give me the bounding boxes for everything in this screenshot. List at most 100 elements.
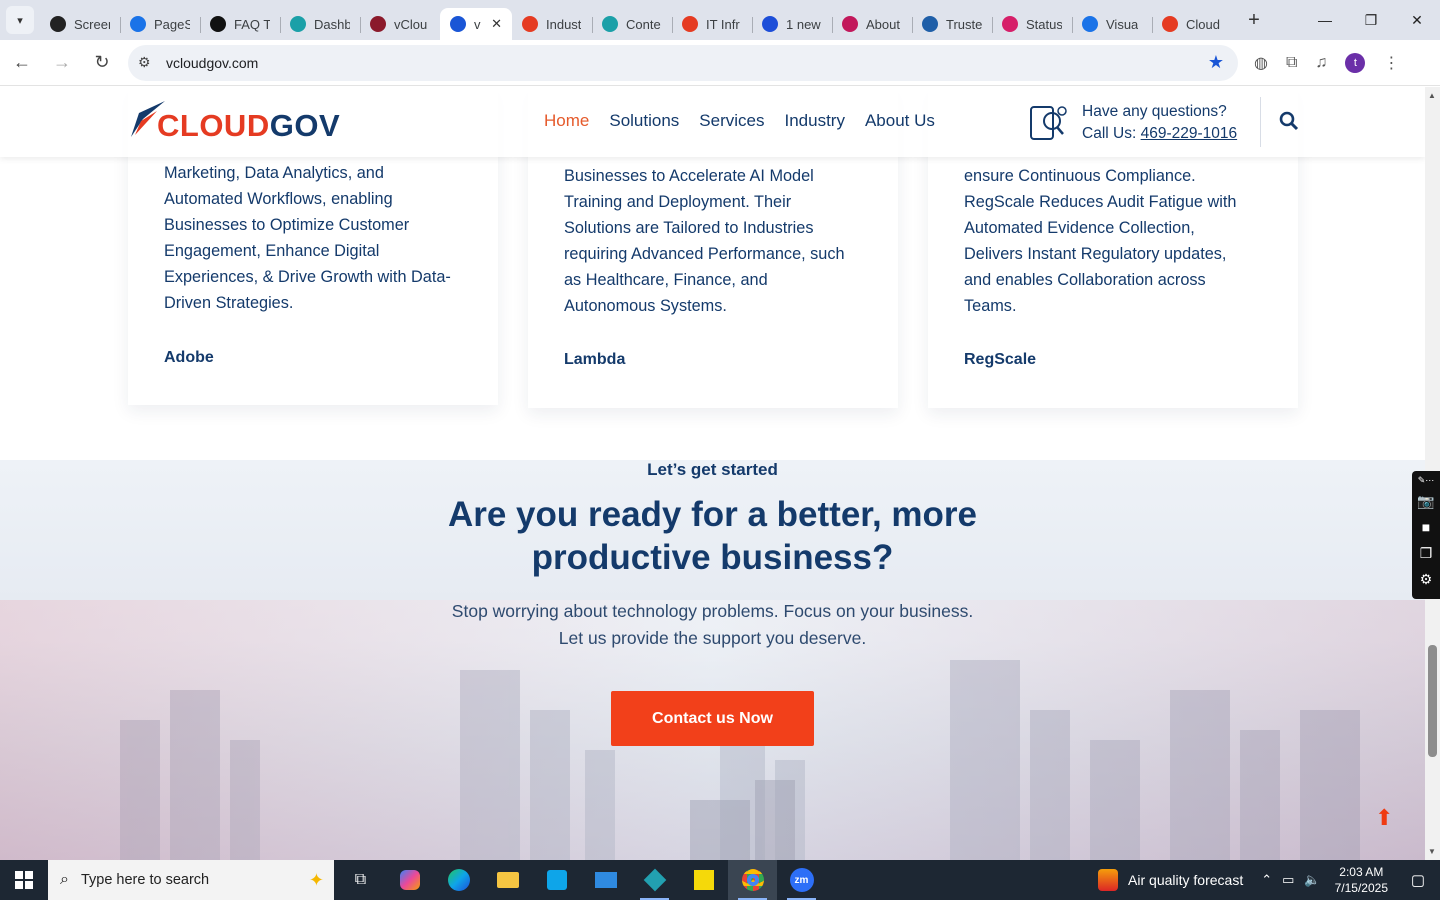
scroll-down-icon[interactable]: ▼ bbox=[1428, 847, 1436, 856]
card-description: Businesses to Accelerate AI Model Traini… bbox=[564, 163, 874, 319]
nav-about-us[interactable]: About Us bbox=[865, 111, 935, 131]
back-to-top-arrow-icon[interactable]: ⬆ bbox=[1375, 805, 1393, 831]
minimize-icon[interactable]: — bbox=[1302, 0, 1348, 40]
card-line: Automated Workflows, enabling bbox=[164, 190, 393, 208]
tab-title: PageS bbox=[154, 16, 190, 32]
taskbar-clock[interactable]: 2:03 AM 7/15/2025 bbox=[1335, 864, 1388, 896]
browser-tab[interactable]: Truste bbox=[912, 8, 992, 40]
volume-icon[interactable]: 🔈 bbox=[1304, 872, 1320, 888]
notifications-icon[interactable]: ▢ bbox=[1404, 871, 1432, 889]
tab-title: Dashb bbox=[314, 16, 350, 32]
tab-list: Screen PageS FAQ T Dashb vClou vC ✕ Indust Conte… bbox=[40, 0, 1232, 40]
network-icon[interactable]: ▭ bbox=[1282, 872, 1294, 888]
clock-time: 2:03 AM bbox=[1339, 865, 1384, 879]
site-header: CLOUDGOV Home Solutions Services Industr… bbox=[0, 87, 1425, 157]
tab-favicon-icon bbox=[450, 16, 466, 32]
back-button[interactable]: ← bbox=[4, 45, 40, 81]
nav-industry[interactable]: Industry bbox=[784, 111, 844, 131]
new-tab-button[interactable]: + bbox=[1240, 9, 1268, 32]
reload-icon: ↻ bbox=[94, 52, 110, 72]
contact-call-line: Call Us: 469-229-1016 bbox=[1082, 123, 1237, 145]
browser-tab[interactable]: IT Infr bbox=[672, 8, 752, 40]
tab-favicon-icon bbox=[522, 16, 538, 32]
task-view-icon[interactable]: ⧉ bbox=[336, 860, 385, 900]
show-hidden-icons-chevron-icon[interactable]: ⌃ bbox=[1261, 872, 1272, 888]
chrome-icon[interactable] bbox=[728, 860, 777, 900]
tab-title: About bbox=[866, 16, 900, 32]
address-bar[interactable]: ⚙ vcloudgov.com ★ bbox=[128, 44, 1238, 81]
maximize-icon[interactable]: ❐ bbox=[1348, 0, 1394, 40]
profile-avatar[interactable]: t bbox=[1345, 52, 1366, 73]
taskbar-search[interactable]: ⌕ Type here to search ✦ bbox=[48, 860, 334, 900]
contact-text: Have any questions? Call Us: 469-229-101… bbox=[1082, 101, 1237, 145]
logo-word-gov: GOV bbox=[269, 108, 341, 143]
card-partner-name[interactable]: Lambda bbox=[564, 351, 625, 369]
windows-start-icon[interactable] bbox=[0, 860, 48, 900]
url-text[interactable]: vcloudgov.com bbox=[166, 55, 1208, 71]
main-nav: Home Solutions Services Industry About U… bbox=[544, 111, 935, 131]
copilot-icon[interactable] bbox=[385, 860, 434, 900]
scrollbar-thumb[interactable] bbox=[1428, 645, 1437, 757]
extensions-icon[interactable]: ⧉ bbox=[1286, 54, 1297, 72]
browser-tab[interactable]: Screen bbox=[40, 8, 120, 40]
search-icon[interactable] bbox=[1279, 111, 1299, 136]
scroll-up-icon[interactable]: ▲ bbox=[1428, 91, 1436, 100]
browser-tab[interactable]: About bbox=[832, 8, 912, 40]
translate-icon[interactable]: ◍ bbox=[1254, 53, 1268, 73]
window-capture-icon[interactable]: ❐ bbox=[1420, 543, 1433, 563]
browser-tab[interactable]: Indust bbox=[512, 8, 592, 40]
card-description: ensure Continuous Compliance. RegScale R… bbox=[964, 163, 1274, 319]
site-logo[interactable]: CLOUDGOV bbox=[129, 99, 340, 143]
nav-solutions[interactable]: Solutions bbox=[609, 111, 679, 131]
browser-tab[interactable]: PageS bbox=[120, 8, 200, 40]
media-control-icon[interactable]: ♫ bbox=[1315, 54, 1327, 72]
menu-kebab-icon[interactable]: ⋮ bbox=[1383, 53, 1399, 73]
nav-services[interactable]: Services bbox=[699, 111, 764, 131]
mail-icon[interactable] bbox=[581, 860, 630, 900]
microsoft-store-icon[interactable] bbox=[532, 860, 581, 900]
cta-sub-line: Let us provide the support you deserve. bbox=[558, 628, 867, 648]
cta-subtitle: Stop worrying about technology problems.… bbox=[0, 598, 1425, 652]
file-explorer-icon[interactable] bbox=[483, 860, 532, 900]
browser-tab[interactable]: 1 new bbox=[752, 8, 832, 40]
browser-tab[interactable]: FAQ T bbox=[200, 8, 280, 40]
pin-icon[interactable]: ✎⋯ bbox=[1418, 475, 1435, 485]
bookmark-star-icon[interactable]: ★ bbox=[1208, 52, 1224, 73]
tab-close-icon[interactable]: ✕ bbox=[491, 16, 502, 32]
taskbar-search-placeholder: Type here to search bbox=[80, 872, 210, 888]
weather-widget[interactable]: Air quality forecast bbox=[1098, 869, 1243, 891]
cta-title-line: Are you ready for a better, more bbox=[447, 495, 978, 534]
tab-title: Visua bbox=[1106, 16, 1139, 32]
zoom-icon[interactable]: zm bbox=[777, 860, 826, 900]
card-partner-name[interactable]: RegScale bbox=[964, 351, 1036, 369]
video-icon[interactable]: ■ bbox=[1422, 517, 1430, 537]
browser-tab[interactable]: vClou bbox=[360, 8, 440, 40]
arrow-right-icon: → bbox=[53, 52, 71, 72]
browser-tab[interactable]: Visua bbox=[1072, 8, 1152, 40]
edge-icon[interactable] bbox=[434, 860, 483, 900]
tab-search-button[interactable]: ▾ bbox=[6, 6, 34, 34]
browser-tab[interactable]: Dashb bbox=[280, 8, 360, 40]
browser-tab[interactable]: Status bbox=[992, 8, 1072, 40]
nav-home[interactable]: Home bbox=[544, 111, 589, 131]
cta-title-line: productive business? bbox=[531, 538, 894, 577]
browser-tab[interactable]: Conte bbox=[592, 8, 672, 40]
camera-icon[interactable]: 📷 bbox=[1417, 491, 1434, 511]
close-window-icon[interactable]: ✕ bbox=[1394, 0, 1440, 40]
air-quality-icon bbox=[1098, 869, 1119, 891]
contact-us-button[interactable]: Contact us Now bbox=[611, 691, 814, 746]
settings-gear-icon[interactable]: ⚙ bbox=[1420, 569, 1433, 589]
phone-link[interactable]: 469-229-1016 bbox=[1141, 125, 1238, 142]
sticky-notes-icon[interactable] bbox=[679, 860, 728, 900]
forward-button[interactable]: → bbox=[44, 45, 80, 81]
browser-tab[interactable]: vC ✕ bbox=[440, 8, 512, 40]
sparkle-icon: ✦ bbox=[308, 869, 324, 890]
browser-tab[interactable]: Cloud bbox=[1152, 8, 1232, 40]
card-line: Automated Evidence Collection, bbox=[964, 219, 1195, 237]
app-diamond-icon[interactable] bbox=[630, 860, 679, 900]
reload-button[interactable]: ↻ bbox=[84, 45, 120, 81]
card-partner-name[interactable]: Adobe bbox=[164, 349, 214, 367]
tab-favicon-icon bbox=[210, 16, 226, 32]
card-line: Driven Strategies. bbox=[164, 294, 294, 312]
site-info-icon[interactable]: ⚙ bbox=[138, 54, 162, 71]
